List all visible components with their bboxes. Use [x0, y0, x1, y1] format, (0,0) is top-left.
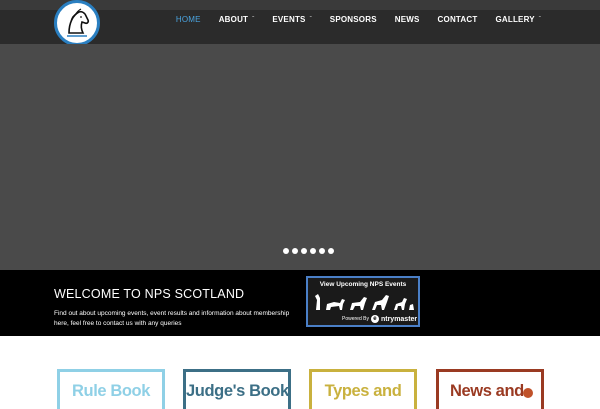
entrymaster-powered: Powered By e ntrymaster: [342, 315, 417, 323]
card-label: Types and: [324, 382, 402, 400]
slider-dot[interactable]: [319, 248, 325, 254]
card-types[interactable]: Types and: [309, 369, 417, 409]
entrymaster-e-icon: e: [370, 315, 379, 323]
welcome-text: Find out about upcoming events, event re…: [54, 310, 290, 327]
slider-dot[interactable]: [283, 248, 289, 254]
nav-item-label: SPONSORS: [329, 15, 377, 24]
apple-icon: [523, 388, 533, 398]
entrymaster-title: View Upcoming NPS Events: [319, 281, 407, 288]
card-label: Judge's Book: [186, 382, 289, 400]
nav-item-gallery[interactable]: GALLERY ˇ: [486, 13, 550, 26]
nav-item-label: HOME: [175, 15, 201, 24]
nav-item-label: GALLERY: [495, 15, 535, 24]
hero-slider[interactable]: [0, 44, 600, 270]
nav-item-about[interactable]: ABOUT ˇ: [210, 13, 264, 26]
chevron-down-icon: ˇ: [309, 16, 312, 23]
horse-head-logo-icon: [58, 4, 96, 42]
nav-item-label: NEWS: [394, 15, 420, 24]
chevron-down-icon: ˇ: [538, 16, 541, 23]
card-rule-book[interactable]: Rule Book: [57, 369, 165, 409]
nav-item-contact[interactable]: CONTACT: [429, 13, 487, 26]
horses-silhouette-icon: [315, 294, 414, 310]
chevron-down-icon: ˇ: [252, 16, 255, 23]
nav-item-label: ABOUT: [218, 15, 249, 24]
powered-by-text: Powered By: [342, 316, 369, 322]
nav-item-home[interactable]: HOME: [167, 13, 210, 26]
nav-item-label: CONTACT: [437, 15, 478, 24]
slider-dot[interactable]: [301, 248, 307, 254]
entrymaster-brand: ntrymaster: [380, 315, 418, 323]
card-label: Rule Book: [72, 382, 150, 400]
nav-item-news[interactable]: NEWS: [386, 13, 429, 26]
nav-item-label: EVENTS: [272, 15, 306, 24]
nav-item-events[interactable]: EVENTS ˇ: [263, 13, 320, 26]
site-logo[interactable]: [54, 0, 100, 46]
welcome-title: WELCOME TO NPS SCOTLAND: [54, 287, 245, 301]
slider-dot[interactable]: [292, 248, 298, 254]
nav-item-sponsors[interactable]: SPONSORS: [321, 13, 386, 26]
slider-dot[interactable]: [328, 248, 334, 254]
entrymaster-banner[interactable]: View Upcoming NPS Events Powered By e nt…: [306, 276, 420, 327]
slider-dot[interactable]: [310, 248, 316, 254]
slider-pagination: [283, 248, 334, 254]
card-judges-book[interactable]: Judge's Book: [183, 369, 291, 409]
card-news[interactable]: News and: [436, 369, 544, 409]
main-nav: HOME ABOUT ˇ EVENTS ˇ SPONSORS NEWS CONT…: [167, 13, 550, 26]
